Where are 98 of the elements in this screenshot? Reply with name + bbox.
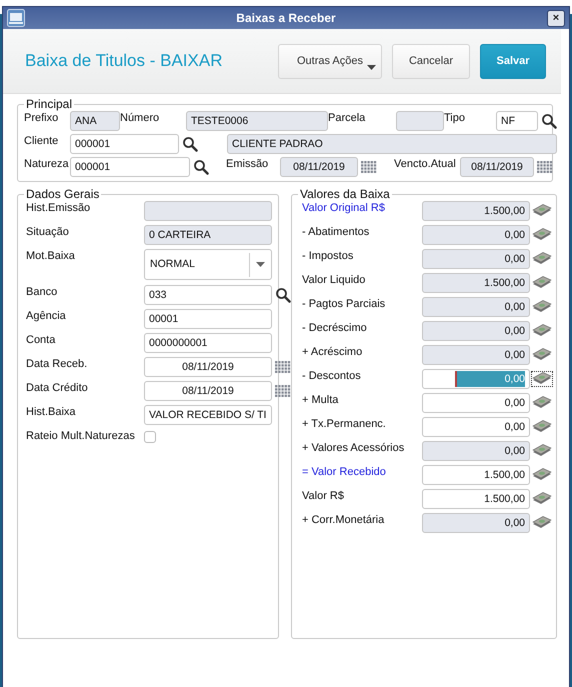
money-icon[interactable] <box>532 228 552 242</box>
field-label: Prefixo <box>24 111 60 125</box>
field-label: Valor Original R$ <box>302 201 386 215</box>
menu-button[interactable]: Outras Ações <box>278 44 382 78</box>
field-label: + Multa <box>302 393 340 407</box>
search-icon[interactable] <box>541 113 557 129</box>
input-field[interactable] <box>396 111 444 131</box>
field-label: Número <box>120 111 160 125</box>
cancel-button[interactable]: Cancelar <box>392 44 470 78</box>
field-label: - Abatimentos <box>302 225 370 239</box>
field-label: Parcela <box>328 111 366 125</box>
field-label: - Decréscimo <box>302 321 368 335</box>
money-icon[interactable] <box>532 276 552 290</box>
amount-field[interactable]: 1.500,00 <box>422 273 530 293</box>
input-field[interactable]: 000001 <box>70 157 190 177</box>
field-label: Data Crédito <box>26 381 89 395</box>
calendar-icon[interactable] <box>537 159 553 175</box>
window-title: Baixas a Receber <box>236 10 336 27</box>
field-label: Tipo <box>444 111 466 125</box>
calendar-icon[interactable] <box>275 383 291 399</box>
close-button[interactable]: × <box>547 10 565 26</box>
field-label: Data Receb. <box>26 357 88 371</box>
field-label: Cliente <box>24 134 60 148</box>
input-field[interactable]: CLIENTE PADRAO <box>227 134 557 154</box>
input-field[interactable]: VALOR RECEBIDO S/ TI <box>144 405 272 425</box>
calendar-icon[interactable] <box>361 159 377 175</box>
amount-field[interactable]: 0,00 <box>422 345 530 365</box>
caret-icon <box>367 64 376 70</box>
money-icon[interactable] <box>532 204 552 218</box>
checkbox[interactable] <box>144 431 156 443</box>
field-label: + Valores Acessórios <box>302 441 406 455</box>
search-icon[interactable] <box>275 287 291 303</box>
money-icon[interactable] <box>532 300 552 314</box>
money-icon[interactable] <box>532 372 552 386</box>
field-label: Conta <box>26 333 56 347</box>
field-label: Rateio Mult.Naturezas <box>26 429 136 443</box>
input-field[interactable]: 000001 <box>70 134 179 154</box>
dropdown-field[interactable]: NORMAL <box>144 249 272 280</box>
input-field[interactable]: 0000000001 <box>144 333 272 353</box>
page-title: Baixa de Titulos - BAIXAR <box>25 50 222 72</box>
amount-field[interactable]: 0,00 <box>422 297 530 317</box>
input-field[interactable]: 08/11/2019 <box>144 357 272 377</box>
amount-field[interactable]: 1.500,00 <box>422 201 530 221</box>
input-field[interactable] <box>144 201 272 221</box>
field-label: + Tx.Permanenc. <box>302 417 387 431</box>
group-legend: Principal <box>24 97 74 111</box>
input-field[interactable]: ANA <box>70 111 120 131</box>
input-field[interactable]: 08/11/2019 <box>280 157 358 177</box>
amount-field[interactable]: 1.500,00 <box>422 465 530 485</box>
field-label: - Descontos <box>302 369 362 383</box>
field-label: Situação <box>26 225 70 239</box>
field-label: Valor Liquido <box>302 273 366 287</box>
money-icon[interactable] <box>532 396 552 410</box>
money-icon[interactable] <box>532 444 552 458</box>
input-field[interactable]: TESTE0006 <box>186 111 328 131</box>
amount-field[interactable]: 0,00 <box>422 393 530 413</box>
field-label: Vencto.Atual <box>394 157 457 171</box>
field-label: Natureza <box>24 157 70 171</box>
field-label: Hist.Emissão <box>26 201 92 215</box>
money-icon[interactable] <box>532 492 552 506</box>
field-label: Mot.Baixa <box>26 249 76 263</box>
money-icon[interactable] <box>532 324 552 338</box>
calendar-icon[interactable] <box>275 359 291 375</box>
input-field[interactable]: 08/11/2019 <box>144 381 272 401</box>
field-label: + Acréscimo <box>302 345 364 359</box>
field-label: - Pagtos Parciais <box>302 297 386 311</box>
input-field[interactable]: 00001 <box>144 309 272 329</box>
field-label: = Valor Recebido <box>302 465 387 479</box>
search-icon[interactable] <box>182 136 198 152</box>
input-field[interactable]: NF <box>496 111 538 131</box>
amount-field[interactable]: 0,00 <box>422 321 530 341</box>
amount-field[interactable]: 0,00 <box>422 441 530 461</box>
money-icon[interactable] <box>532 516 552 530</box>
group-legend: Dados Gerais <box>24 187 102 201</box>
search-icon[interactable] <box>193 159 209 175</box>
input-field[interactable]: 033 <box>144 285 272 305</box>
amount-field[interactable]: 0,00 <box>422 513 530 533</box>
input-field[interactable]: 0 CARTEIRA <box>144 225 272 245</box>
caret-icon <box>256 262 265 267</box>
amount-field[interactable]: 0,00 <box>422 249 530 269</box>
money-icon[interactable] <box>532 468 552 482</box>
input-field[interactable]: 08/11/2019 <box>460 157 534 177</box>
money-icon[interactable] <box>532 252 552 266</box>
field-label: Hist.Baixa <box>26 405 77 419</box>
dropdown-value: NORMAL <box>150 257 195 272</box>
amount-field[interactable]: 0,00 <box>422 417 530 437</box>
field-label: Valor R$ <box>302 489 345 503</box>
field-label: Banco <box>26 285 58 299</box>
money-icon[interactable] <box>532 348 552 362</box>
group-legend: Valores da Baixa <box>298 187 392 201</box>
field-label: - Impostos <box>302 249 354 263</box>
field-label: + Corr.Monetária <box>302 513 386 527</box>
field-label: Agência <box>26 309 67 323</box>
amount-field[interactable]: 1.500,00 <box>422 489 530 509</box>
money-icon[interactable] <box>532 420 552 434</box>
field-label: Emissão <box>226 157 270 171</box>
amount-field[interactable]: 0,00 <box>422 225 530 245</box>
monitor-icon <box>7 9 25 27</box>
